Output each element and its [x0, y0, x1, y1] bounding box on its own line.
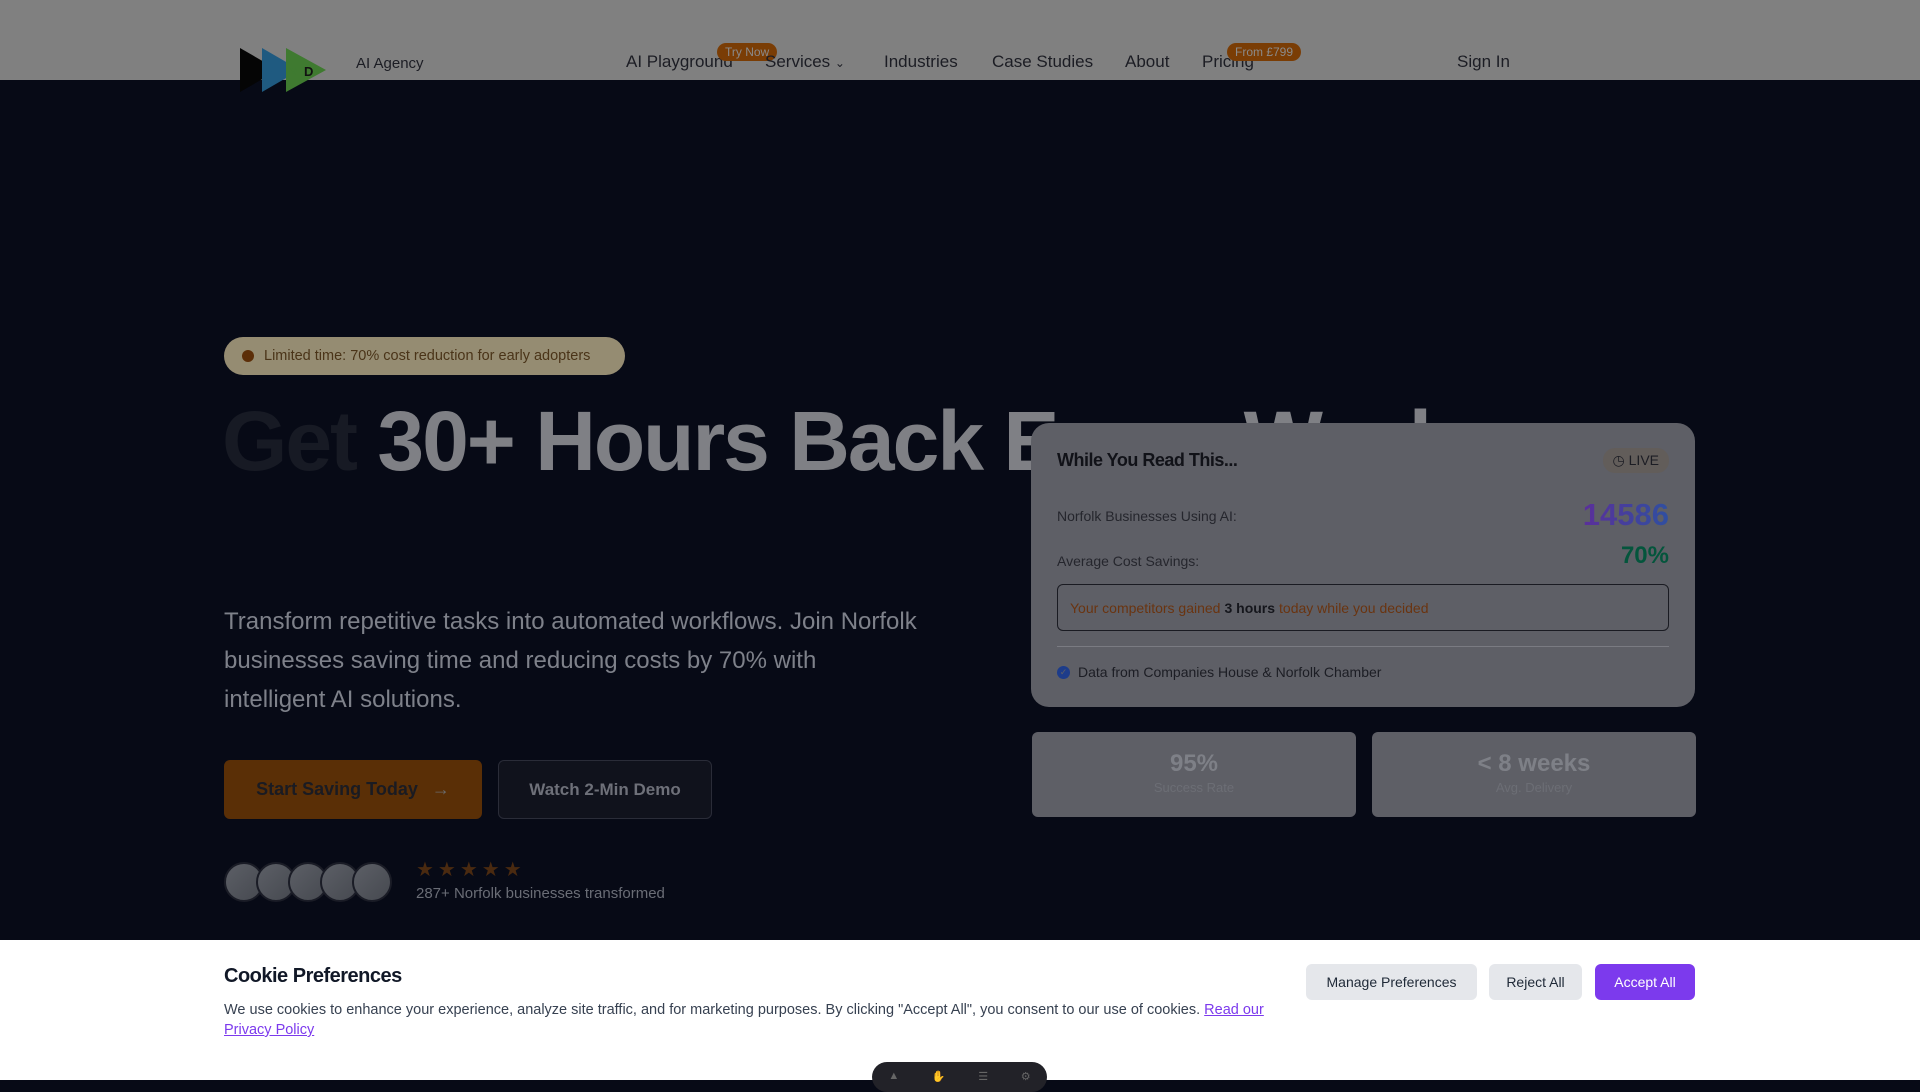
fwd-logo[interactable]: F W D [238, 44, 332, 96]
start-saving-button[interactable]: Start Saving Today → [224, 760, 482, 819]
source-text: Data from Companies House & Norfolk Cham… [1078, 664, 1382, 680]
site-header: F W D AI Agency AI Playground Try Now Se… [0, 0, 1920, 92]
clock-icon [242, 350, 254, 362]
competitor-alert: Your competitors gained 3 hours today whil… [1057, 584, 1669, 631]
person-icon[interactable]: ▲ [888, 1070, 899, 1082]
alert-pre: Your competitors gained [1070, 599, 1221, 616]
hero-lead: Transform repetitive tasks into automate… [224, 608, 917, 713]
card-title: While You Read This... [1057, 450, 1238, 470]
stat-success-rate: 95% Success Rate [1032, 732, 1356, 817]
hand-icon[interactable]: ✋ [932, 1070, 946, 1083]
stat-value: 95% [1169, 750, 1219, 777]
nav-industries[interactable]: Industries [884, 52, 958, 72]
divider [1057, 646, 1669, 647]
stat-value: < 8 weeks [1477, 750, 1591, 777]
stat-label: Success Rate [1153, 780, 1235, 795]
start-saving-label: Start Saving Today [256, 779, 418, 799]
manage-preferences-button[interactable]: Manage Preferences [1306, 964, 1477, 1000]
svg-text:W: W [286, 65, 298, 79]
cookie-title: Cookie Preferences [224, 965, 402, 987]
star-rating: ★★★★★ [416, 859, 526, 881]
businesses-count: 14586 [1582, 497, 1669, 532]
svg-text:D: D [304, 64, 313, 79]
cookie-banner: Cookie Preferences We use cookies to enh… [0, 940, 1920, 1080]
alert-bold: 3 hours [1224, 599, 1276, 616]
social-proof-text: 287+ Norfolk businesses transformed [416, 885, 665, 902]
nav-services[interactable]: Services ⌄ [765, 52, 845, 72]
live-stats-card: While You Read This... ◷ LIVE Norfolk Bu… [1031, 423, 1695, 707]
cookie-text: We use cookies to enhance your experienc… [224, 1000, 1284, 1040]
settings-icon[interactable]: ⚙ [1021, 1070, 1031, 1083]
businesses-label: Norfolk Businesses Using AI: [1057, 508, 1237, 524]
offer-text: Limited time: 70% cost reduction for ear… [264, 348, 591, 364]
tagline: AI Agency [356, 55, 424, 72]
savings-label: Average Cost Savings: [1057, 553, 1200, 569]
nav-case-studies[interactable]: Case Studies [992, 52, 1093, 72]
reject-all-button[interactable]: Reject All [1489, 964, 1582, 1000]
nav-services-label: Services [765, 52, 831, 71]
live-label: LIVE [1628, 452, 1659, 468]
title-get: Get [222, 394, 358, 488]
cookie-body: We use cookies to enhance your experienc… [224, 1002, 1201, 1018]
chevron-down-icon: ⌄ [834, 56, 845, 70]
menu-icon[interactable]: ☰ [978, 1070, 988, 1083]
avatar [352, 862, 392, 902]
stat-delivery: < 8 weeks Avg. Delivery [1372, 732, 1696, 817]
watch-demo-button[interactable]: Watch 2-Min Demo [498, 760, 712, 819]
savings-value: 70% [1620, 542, 1669, 569]
live-badge: ◷ LIVE [1602, 448, 1669, 473]
offer-badge: Limited time: 70% cost reduction for ear… [224, 337, 625, 375]
arrow-right-icon: → [431, 779, 450, 799]
check-circle-icon: ✓ [1057, 665, 1070, 679]
sign-in-link[interactable]: Sign In [1457, 52, 1510, 72]
alert-post: today while you decided [1279, 599, 1429, 616]
clock-icon: ◷ [1612, 452, 1625, 468]
svg-text:F: F [264, 63, 273, 79]
pricing-badge: From £799 [1227, 43, 1302, 61]
stat-label: Avg. Delivery [1495, 780, 1573, 795]
floating-toolbar[interactable]: ▲ ✋ ☰ ⚙ [872, 1062, 1047, 1092]
nav-about[interactable]: About [1125, 52, 1169, 72]
data-source: ✓ Data from Companies House & Norfolk Cha… [1057, 664, 1381, 680]
accept-all-button[interactable]: Accept All [1595, 964, 1695, 1000]
customer-avatars [224, 862, 392, 902]
